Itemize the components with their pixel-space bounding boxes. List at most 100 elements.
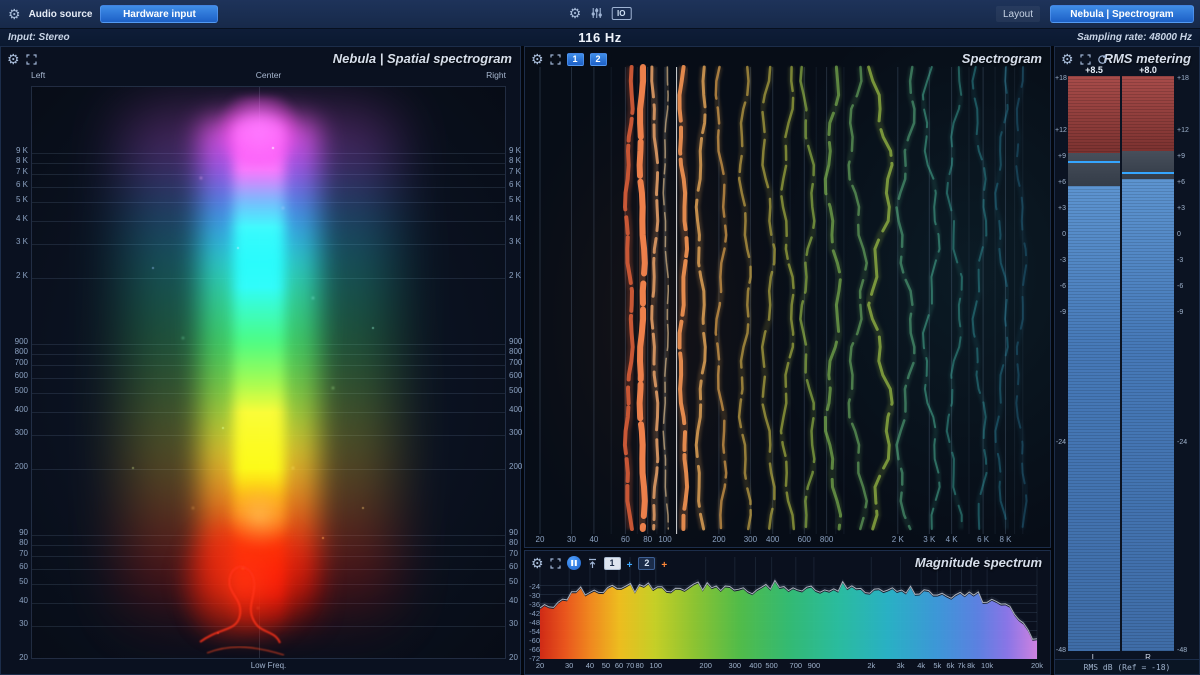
- freq-label: 30: [509, 620, 523, 629]
- settings-gear-icon[interactable]: ⚙: [569, 6, 582, 20]
- scale-label: +6: [1177, 179, 1199, 187]
- freq-label: 700: [3, 359, 28, 368]
- scale-label: -3: [1177, 257, 1199, 265]
- add-curve-orange-icon[interactable]: +: [661, 560, 667, 571]
- pause-button[interactable]: [567, 556, 581, 570]
- freq-label: 6 K: [3, 181, 28, 190]
- layout-group: Layout Nebula | Spectrogram: [996, 5, 1194, 23]
- meter-gap-zone: [1122, 151, 1174, 179]
- io-icon[interactable]: IO: [611, 7, 631, 20]
- sampling-rate-label: Sampling rate: 48000 Hz: [1077, 32, 1192, 43]
- freq-label: 20: [3, 654, 28, 663]
- freq-axis-label: 30: [567, 535, 576, 544]
- freq-axis-label: 40: [589, 535, 598, 544]
- panel-settings-gear-icon[interactable]: ⚙: [1061, 52, 1074, 66]
- freq-label: 900: [509, 338, 523, 347]
- freq-axis-label: 10k: [981, 661, 993, 670]
- spectrogram-display[interactable]: [525, 47, 1052, 549]
- freq-axis-label: 500: [765, 661, 778, 670]
- freq-label: 90: [509, 529, 523, 538]
- freq-axis-label: 7k: [958, 661, 966, 670]
- db-axis-label: -24: [527, 582, 540, 591]
- panel-settings-gear-icon[interactable]: ⚙: [531, 52, 544, 66]
- rms-value-right: +8.0: [1122, 65, 1174, 75]
- fullscreen-icon[interactable]: [550, 54, 561, 65]
- panel-toolbar: ⚙ 1 2: [531, 52, 607, 66]
- freq-axis-label: 400: [749, 661, 762, 670]
- sliders-icon[interactable]: [590, 7, 602, 19]
- freq-label: 30: [3, 620, 28, 629]
- top-bar-row-1: ⚙ Audio source Hardware input ⚙ IO Layou…: [0, 0, 1200, 28]
- top-bar-row-2: Input: Stereo 116 Hz Sampling rate: 4800…: [0, 28, 1200, 46]
- curve-2-button[interactable]: 2: [638, 557, 655, 570]
- input-info-label: Input: Stereo: [8, 32, 70, 43]
- reset-icon[interactable]: [1097, 54, 1108, 65]
- panel-settings-gear-icon[interactable]: ⚙: [531, 556, 544, 570]
- freq-label: 5 K: [3, 196, 28, 205]
- global-controls-group: ⚙ IO: [569, 6, 632, 20]
- freq-axis-label: 600: [798, 535, 811, 544]
- freq-label: 3 K: [3, 238, 28, 247]
- freq-axis-label: 4 K: [946, 535, 958, 544]
- frequency-readout: 116 Hz: [578, 30, 621, 45]
- panel-settings-gear-icon[interactable]: ⚙: [7, 52, 20, 66]
- view-1-button[interactable]: 1: [567, 53, 584, 66]
- fullscreen-icon[interactable]: [26, 54, 37, 65]
- add-curve-blue-icon[interactable]: +: [627, 560, 633, 571]
- freq-axis-label: 700: [790, 661, 803, 670]
- freq-label: 60: [509, 563, 523, 572]
- freq-label: 2 K: [3, 272, 28, 281]
- freq-label: 3 K: [509, 238, 523, 247]
- freq-label: 80: [3, 539, 28, 548]
- spectrogram-panel: ⚙ 1 2 Spectrogram 2030406080100200300400…: [524, 46, 1051, 548]
- freq-axis-label: 400: [766, 535, 779, 544]
- peak-hold-icon[interactable]: [587, 558, 598, 569]
- freq-label: 700: [509, 359, 523, 368]
- freq-axis-label: 20: [536, 661, 544, 670]
- freq-axis-label: 2k: [867, 661, 875, 670]
- fullscreen-icon[interactable]: [1080, 54, 1091, 65]
- freq-axis-label: 800: [820, 535, 833, 544]
- freq-label: 8 K: [3, 157, 28, 166]
- scale-label: +6: [1055, 179, 1066, 187]
- freq-axis-label: 20: [536, 535, 545, 544]
- meter-gap-zone: [1068, 153, 1120, 186]
- freq-label: 7 K: [509, 168, 523, 177]
- db-axis-label: -30: [527, 591, 540, 600]
- audio-settings-gear-icon[interactable]: ⚙: [8, 7, 21, 21]
- freq-label: 9 K: [3, 147, 28, 156]
- panel-toolbar: ⚙: [7, 52, 37, 66]
- panel-toolbar: ⚙ 1 + 2 +: [531, 556, 667, 570]
- freq-axis-label: 300: [729, 661, 742, 670]
- scale-label: -24: [1177, 439, 1199, 447]
- view-preset-button[interactable]: Nebula | Spectrogram: [1050, 5, 1194, 23]
- freq-label: 400: [509, 406, 523, 415]
- freq-axis-label: 6 K: [977, 535, 989, 544]
- panel-title: Magnitude spectrum: [915, 555, 1042, 570]
- freq-label: 20: [509, 654, 523, 663]
- freq-label: 60: [3, 563, 28, 572]
- freq-label: 2 K: [509, 272, 523, 281]
- freq-label: 90: [3, 529, 28, 538]
- freq-label: 6 K: [509, 181, 523, 190]
- db-axis-label: -48: [527, 618, 540, 627]
- freq-label: 400: [3, 406, 28, 415]
- scale-label: +18: [1055, 75, 1066, 83]
- panel-title: Spectrogram: [962, 51, 1042, 66]
- freq-label: 5 K: [509, 196, 523, 205]
- freq-label: 800: [509, 348, 523, 357]
- freq-axis-label: 200: [712, 535, 725, 544]
- fullscreen-icon[interactable]: [550, 558, 561, 569]
- layout-button[interactable]: Layout: [996, 6, 1040, 22]
- freq-label: 4 K: [509, 215, 523, 224]
- scale-label: -9: [1177, 309, 1199, 317]
- freq-axis-label: 50: [602, 661, 610, 670]
- freq-label: 600: [509, 372, 523, 381]
- freq-axis-label: 900: [808, 661, 821, 670]
- freq-axis-label: 20k: [1031, 661, 1043, 670]
- curve-1-button[interactable]: 1: [604, 557, 621, 570]
- scale-label: +3: [1177, 205, 1199, 213]
- hardware-input-button[interactable]: Hardware input: [100, 5, 218, 23]
- view-2-button[interactable]: 2: [590, 53, 607, 66]
- freq-axis-label: 8k: [967, 661, 975, 670]
